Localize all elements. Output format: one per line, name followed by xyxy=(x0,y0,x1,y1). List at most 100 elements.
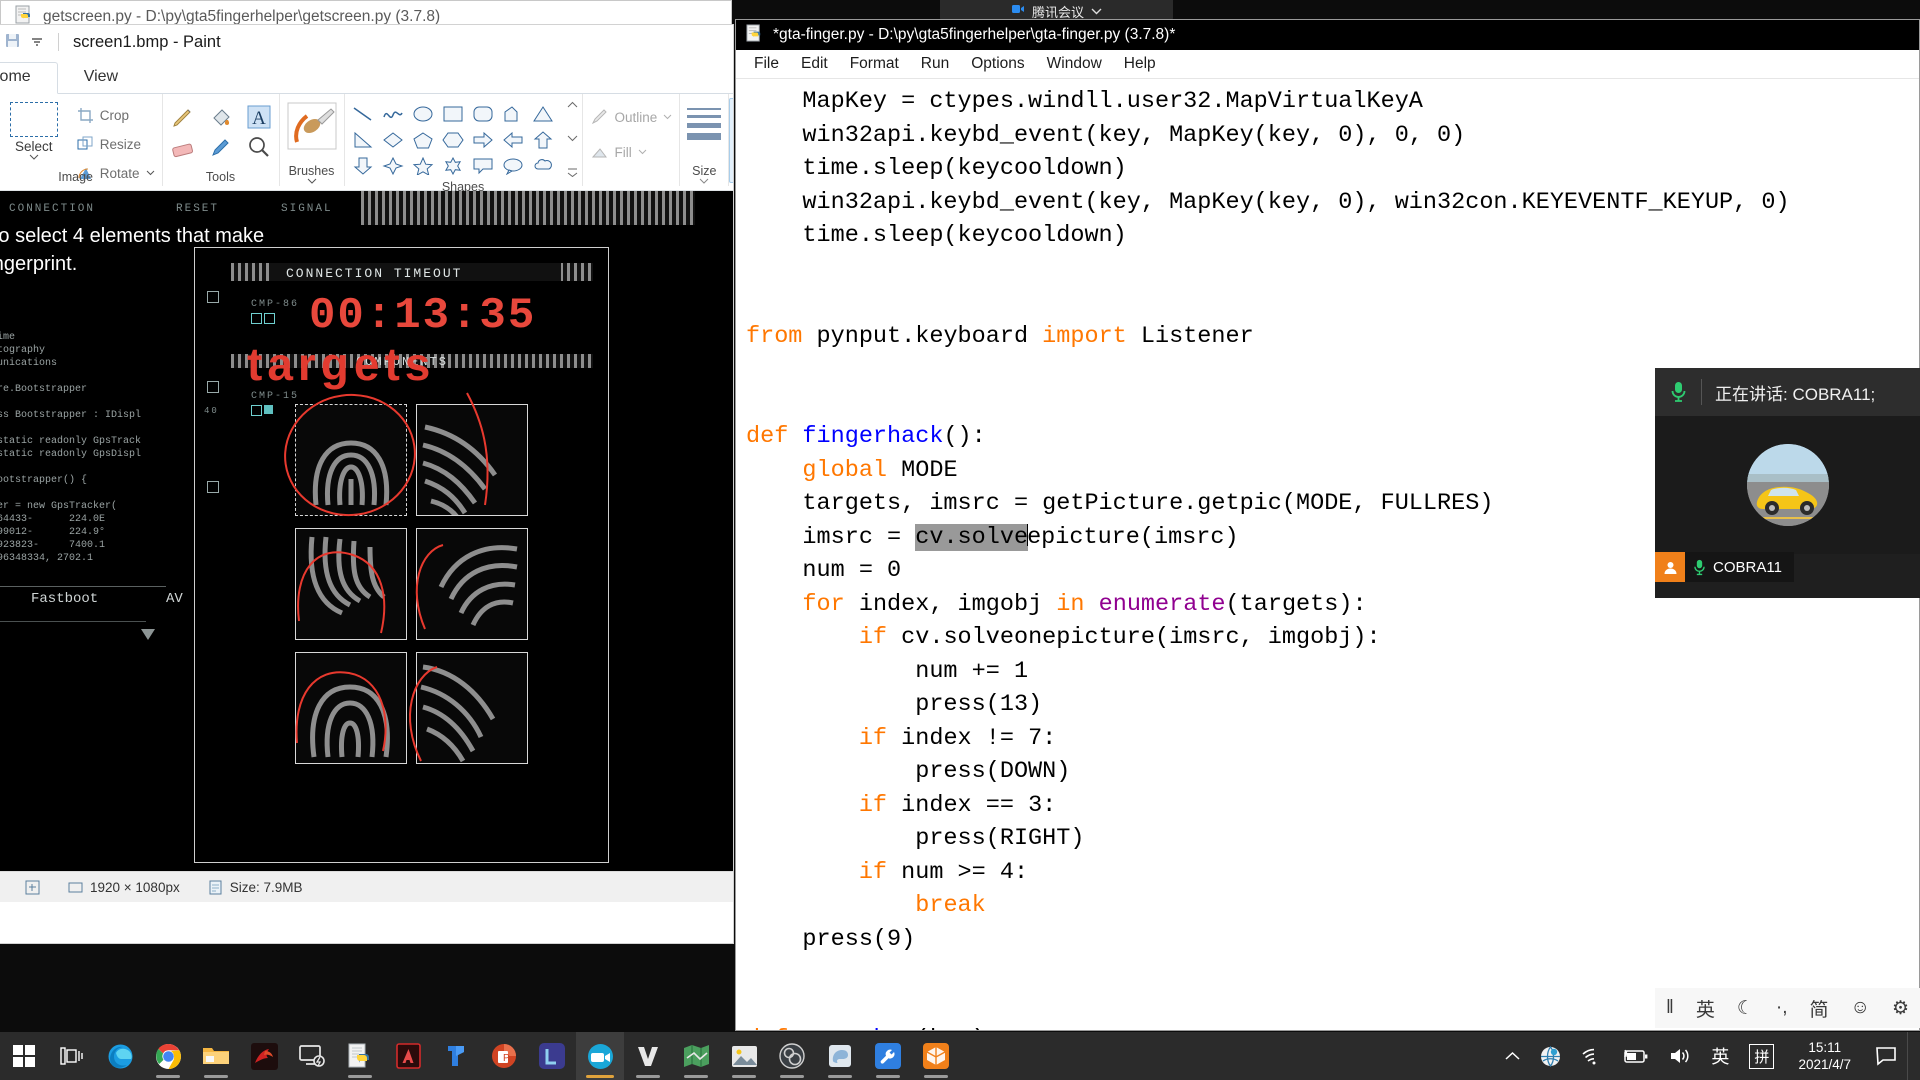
taskbar-item-photos[interactable] xyxy=(720,1032,768,1080)
taskbar-item-dev-tool[interactable] xyxy=(864,1032,912,1080)
code-line[interactable]: time.sleep(keycooldown) xyxy=(736,219,1919,253)
paint-window[interactable]: screen1.bmp - Paint Home View py Select xyxy=(0,24,734,944)
show-hidden-icons-icon[interactable] xyxy=(1495,1032,1530,1080)
tab-view[interactable]: View xyxy=(58,63,144,93)
code-line[interactable]: break xyxy=(736,889,1919,923)
tencent-video-tile[interactable] xyxy=(1655,416,1920,554)
menu-edit[interactable]: Edit xyxy=(790,52,839,76)
taskbar-item-gta5[interactable] xyxy=(240,1032,288,1080)
code-line[interactable]: MapKey = ctypes.windll.user32.MapVirtual… xyxy=(736,85,1919,119)
shape-six-point-star-icon[interactable] xyxy=(442,157,464,175)
taskbar-item-adobe-acrobat[interactable] xyxy=(384,1032,432,1080)
code-line[interactable]: press(9) xyxy=(736,923,1919,957)
fill-button[interactable]: Fill xyxy=(590,139,647,165)
menu-window[interactable]: Window xyxy=(1036,52,1113,76)
group-shapes[interactable]: Shapes xyxy=(345,94,583,194)
shape-hexagon-icon[interactable] xyxy=(442,131,464,149)
color-1-swatch[interactable]: Color 1 xyxy=(729,98,733,183)
code-line[interactable]: win32api.keybd_event(key, MapKey(key, 0)… xyxy=(736,186,1919,220)
ime-toolbar[interactable]: ‖ 英 ☾ ·, 简 ☺ ⚙ xyxy=(1655,988,1920,1028)
shape-oval-callout-icon[interactable] xyxy=(502,157,524,175)
shape-line-icon[interactable] xyxy=(352,105,374,123)
taskbar-item-package-app[interactable] xyxy=(912,1032,960,1080)
task-view-icon[interactable] xyxy=(48,1032,96,1080)
menu-options[interactable]: Options xyxy=(960,52,1035,76)
crop-button[interactable]: Crop xyxy=(77,102,155,128)
paint-titlebar[interactable]: screen1.bmp - Paint xyxy=(0,25,733,59)
status-menu[interactable] xyxy=(0,872,11,902)
group-outline-fill[interactable]: Outline Fill xyxy=(583,94,681,186)
clock[interactable]: 15:11 2021/4/7 xyxy=(1784,1032,1865,1080)
code-line[interactable]: if index == 3: xyxy=(736,789,1919,823)
code-line[interactable]: if index != 7: xyxy=(736,722,1919,756)
tray-ime-mode[interactable]: 拼 xyxy=(1739,1032,1784,1080)
taskbar-item-tencent-meeting[interactable] xyxy=(576,1032,624,1080)
taskbar-item-powerpoint[interactable]: P xyxy=(480,1032,528,1080)
code-line[interactable]: win32api.keybd_event(key, MapKey(key, 0)… xyxy=(736,119,1919,153)
taskbar-item-v2ray[interactable] xyxy=(624,1032,672,1080)
taskbar-item-paint[interactable] xyxy=(816,1032,864,1080)
code-line[interactable]: num += 1 xyxy=(736,655,1919,689)
ime-language-icon[interactable]: 英 xyxy=(1696,995,1715,1022)
code-line[interactable]: if num >= 4: xyxy=(736,856,1919,890)
tab-home[interactable]: Home xyxy=(0,62,58,94)
size-icon[interactable] xyxy=(687,98,722,140)
ime-settings-icon[interactable]: ⚙ xyxy=(1892,997,1909,1020)
shape-five-point-star-icon[interactable] xyxy=(412,157,434,175)
code-line[interactable] xyxy=(736,956,1919,990)
brushes-dropdown-icon[interactable] xyxy=(307,178,317,184)
shape-diamond-icon[interactable] xyxy=(382,131,404,149)
shape-rounded-callout-icon[interactable] xyxy=(472,157,494,175)
taskbar-item-lightroom[interactable] xyxy=(528,1032,576,1080)
code-line[interactable]: press(RIGHT) xyxy=(736,822,1919,856)
shape-right-arrow-icon[interactable] xyxy=(472,131,494,149)
wifi-icon[interactable] xyxy=(1571,1032,1612,1080)
ime-simplified-icon[interactable]: 简 xyxy=(1810,995,1829,1022)
shape-four-point-star-icon[interactable] xyxy=(382,157,404,175)
idle-menubar[interactable]: File Edit Format Run Options Window Help xyxy=(736,50,1919,79)
paint-canvas[interactable]: CONNECTION RESET SIGNAL s ↵ to select 4 … xyxy=(0,191,733,871)
save-icon[interactable] xyxy=(5,33,20,51)
shape-curve-icon[interactable] xyxy=(382,105,404,123)
select-icon[interactable] xyxy=(9,102,58,137)
magnifier-icon[interactable] xyxy=(246,134,272,160)
group-image[interactable]: Select Crop Resize Rotate Image xyxy=(0,94,163,186)
code-line[interactable]: press(DOWN) xyxy=(736,755,1919,789)
code-line[interactable] xyxy=(736,253,1919,287)
shape-right-triangle-icon[interactable] xyxy=(352,131,374,149)
resize-button[interactable]: Resize xyxy=(77,131,155,157)
chevron-down-icon[interactable] xyxy=(1091,2,1102,20)
volume-icon[interactable] xyxy=(1659,1032,1701,1080)
ime-handle-icon[interactable]: ‖ xyxy=(1666,997,1674,1019)
group-colors[interactable]: Color 1 xyxy=(729,94,733,186)
shape-rectangle-icon[interactable] xyxy=(442,105,464,123)
code-line[interactable]: if cv.solveonepicture(imsrc, imgobj): xyxy=(736,621,1919,655)
paint-ribbon[interactable]: py Select Crop Resize xyxy=(0,94,733,194)
taskbar-item-python-idle[interactable] xyxy=(336,1032,384,1080)
brushes-icon[interactable] xyxy=(287,102,337,150)
shape-rounded-rectangle-icon[interactable] xyxy=(472,105,494,123)
select-label[interactable]: Select xyxy=(15,139,53,154)
shapes-scroll-down-icon[interactable] xyxy=(567,134,578,142)
code-line[interactable] xyxy=(736,286,1919,320)
fill-icon[interactable] xyxy=(208,104,234,130)
text-icon[interactable]: A xyxy=(246,104,272,130)
shape-oval-icon[interactable] xyxy=(412,105,434,123)
taskbar-item-maps[interactable] xyxy=(672,1032,720,1080)
action-center-icon[interactable] xyxy=(1865,1032,1907,1080)
taskbar-item-microsoft-teams[interactable] xyxy=(432,1032,480,1080)
chevron-down-icon[interactable] xyxy=(30,34,44,51)
network-share-icon[interactable] xyxy=(1530,1032,1571,1080)
windows-start-icon[interactable] xyxy=(0,1032,48,1080)
battery-charging-icon[interactable] xyxy=(1612,1032,1659,1080)
shape-pentagon-icon[interactable] xyxy=(412,131,434,149)
pencil-icon[interactable] xyxy=(170,104,196,130)
shapes-scroll-up-icon[interactable] xyxy=(567,101,578,109)
taskbar-item-microsoft-edge[interactable] xyxy=(96,1032,144,1080)
group-tools[interactable]: A Tools xyxy=(163,94,280,186)
eraser-icon[interactable] xyxy=(170,134,196,160)
taskbar-item-remote-desktop[interactable] xyxy=(288,1032,336,1080)
group-size[interactable]: Size xyxy=(680,94,730,186)
menu-run[interactable]: Run xyxy=(910,52,960,76)
shape-triangle-icon[interactable] xyxy=(532,105,554,123)
